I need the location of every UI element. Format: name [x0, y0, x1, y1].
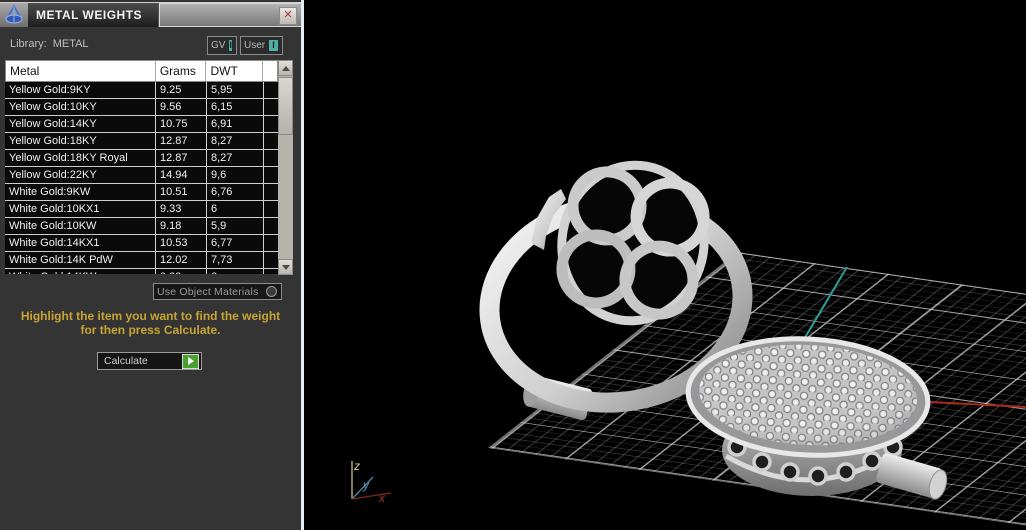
scrollbar-thumb[interactable] — [278, 77, 293, 135]
calculate-go-icon[interactable] — [182, 353, 199, 369]
triad-y-label: y — [362, 478, 370, 492]
table-row[interactable]: Yellow Gold:18KY Royal 12.87 8,27 — [5, 150, 278, 167]
triad-x-axis — [351, 492, 392, 500]
axis-triad: z y x — [351, 459, 392, 505]
app-window: z y x METAL WEIGHTS ✕ Library: METAL GV … — [0, 0, 1026, 530]
table-row[interactable]: Yellow Gold:9KY 9.25 5,95 — [5, 82, 278, 99]
library-value: METAL — [52, 38, 89, 50]
triad-x-label: x — [378, 491, 386, 505]
table-body: Yellow Gold:9KY 9.25 5,95 Yellow Gold:10… — [5, 82, 278, 274]
arrow-down-icon — [281, 264, 290, 270]
gv-toggle-icon[interactable]: I — [228, 39, 233, 52]
arrow-up-icon — [281, 65, 290, 71]
titlebar-drag-area[interactable]: ✕ — [159, 3, 301, 27]
scroll-up-button[interactable] — [278, 60, 293, 76]
close-button[interactable]: ✕ — [279, 7, 297, 25]
cplane-y-axis-line — [799, 266, 848, 347]
user-toggle-icon[interactable]: I — [268, 39, 279, 52]
app-logo-icon — [0, 3, 28, 27]
pave-disc-model[interactable] — [685, 333, 950, 501]
disc-top — [685, 336, 931, 458]
use-object-materials-dropdown[interactable]: Use Object Materials — [153, 283, 282, 300]
gv-button[interactable]: GV I — [207, 36, 237, 55]
close-icon: ✕ — [283, 9, 293, 21]
table-row[interactable]: White Gold:14K PdW 12.02 7,73 — [5, 252, 278, 269]
library-row: Library: METAL GV I User I — [0, 36, 301, 55]
column-header-grams: Grams — [156, 61, 207, 81]
radio-circle-icon — [266, 286, 277, 297]
table-row[interactable]: Yellow Gold:10KY 9.56 6,15 — [5, 99, 278, 116]
table-row[interactable]: White Gold:10KX1 9.33 6 — [5, 201, 278, 218]
library-label: Library: METAL — [10, 38, 89, 50]
metal-weights-panel: METAL WEIGHTS ✕ Library: METAL GV I User … — [0, 0, 301, 530]
table-header: Metal Grams DWT — [5, 60, 278, 82]
table-row-clipped[interactable]: White Gold:14KW 9.29 6 — [5, 269, 278, 274]
triad-z-label: z — [353, 459, 360, 473]
user-button[interactable]: User I — [240, 36, 283, 55]
table-row[interactable]: White Gold:14KX1 10.53 6,77 — [5, 235, 278, 252]
table-row[interactable]: White Gold:9KW 10.51 6,76 — [5, 184, 278, 201]
panel-titlebar[interactable]: METAL WEIGHTS ✕ — [0, 2, 301, 27]
table-scrollbar[interactable] — [278, 60, 293, 275]
metal-table: Metal Grams DWT Yellow Gold:9KY 9.25 5,9… — [5, 60, 278, 274]
instruction-text: Highlight the item you want to find the … — [20, 309, 281, 337]
table-row[interactable]: Yellow Gold:14KY 10.75 6,91 — [5, 116, 278, 133]
column-header-spare — [263, 61, 277, 81]
column-header-dwt: DWT — [206, 61, 264, 81]
panel-viewport-divider[interactable] — [301, 0, 304, 530]
table-row[interactable]: White Gold:10KW 9.18 5,9 — [5, 218, 278, 235]
panel-title: METAL WEIGHTS — [36, 8, 143, 22]
table-row[interactable]: Yellow Gold:18KY 12.87 8,27 — [5, 133, 278, 150]
ring-quatrefoil-dome — [556, 160, 710, 326]
column-header-metal: Metal — [6, 61, 156, 81]
calculate-button[interactable]: Calculate — [97, 352, 202, 370]
table-row[interactable]: Yellow Gold:22KY 14.94 9,6 — [5, 167, 278, 184]
scroll-down-button[interactable] — [278, 259, 293, 275]
